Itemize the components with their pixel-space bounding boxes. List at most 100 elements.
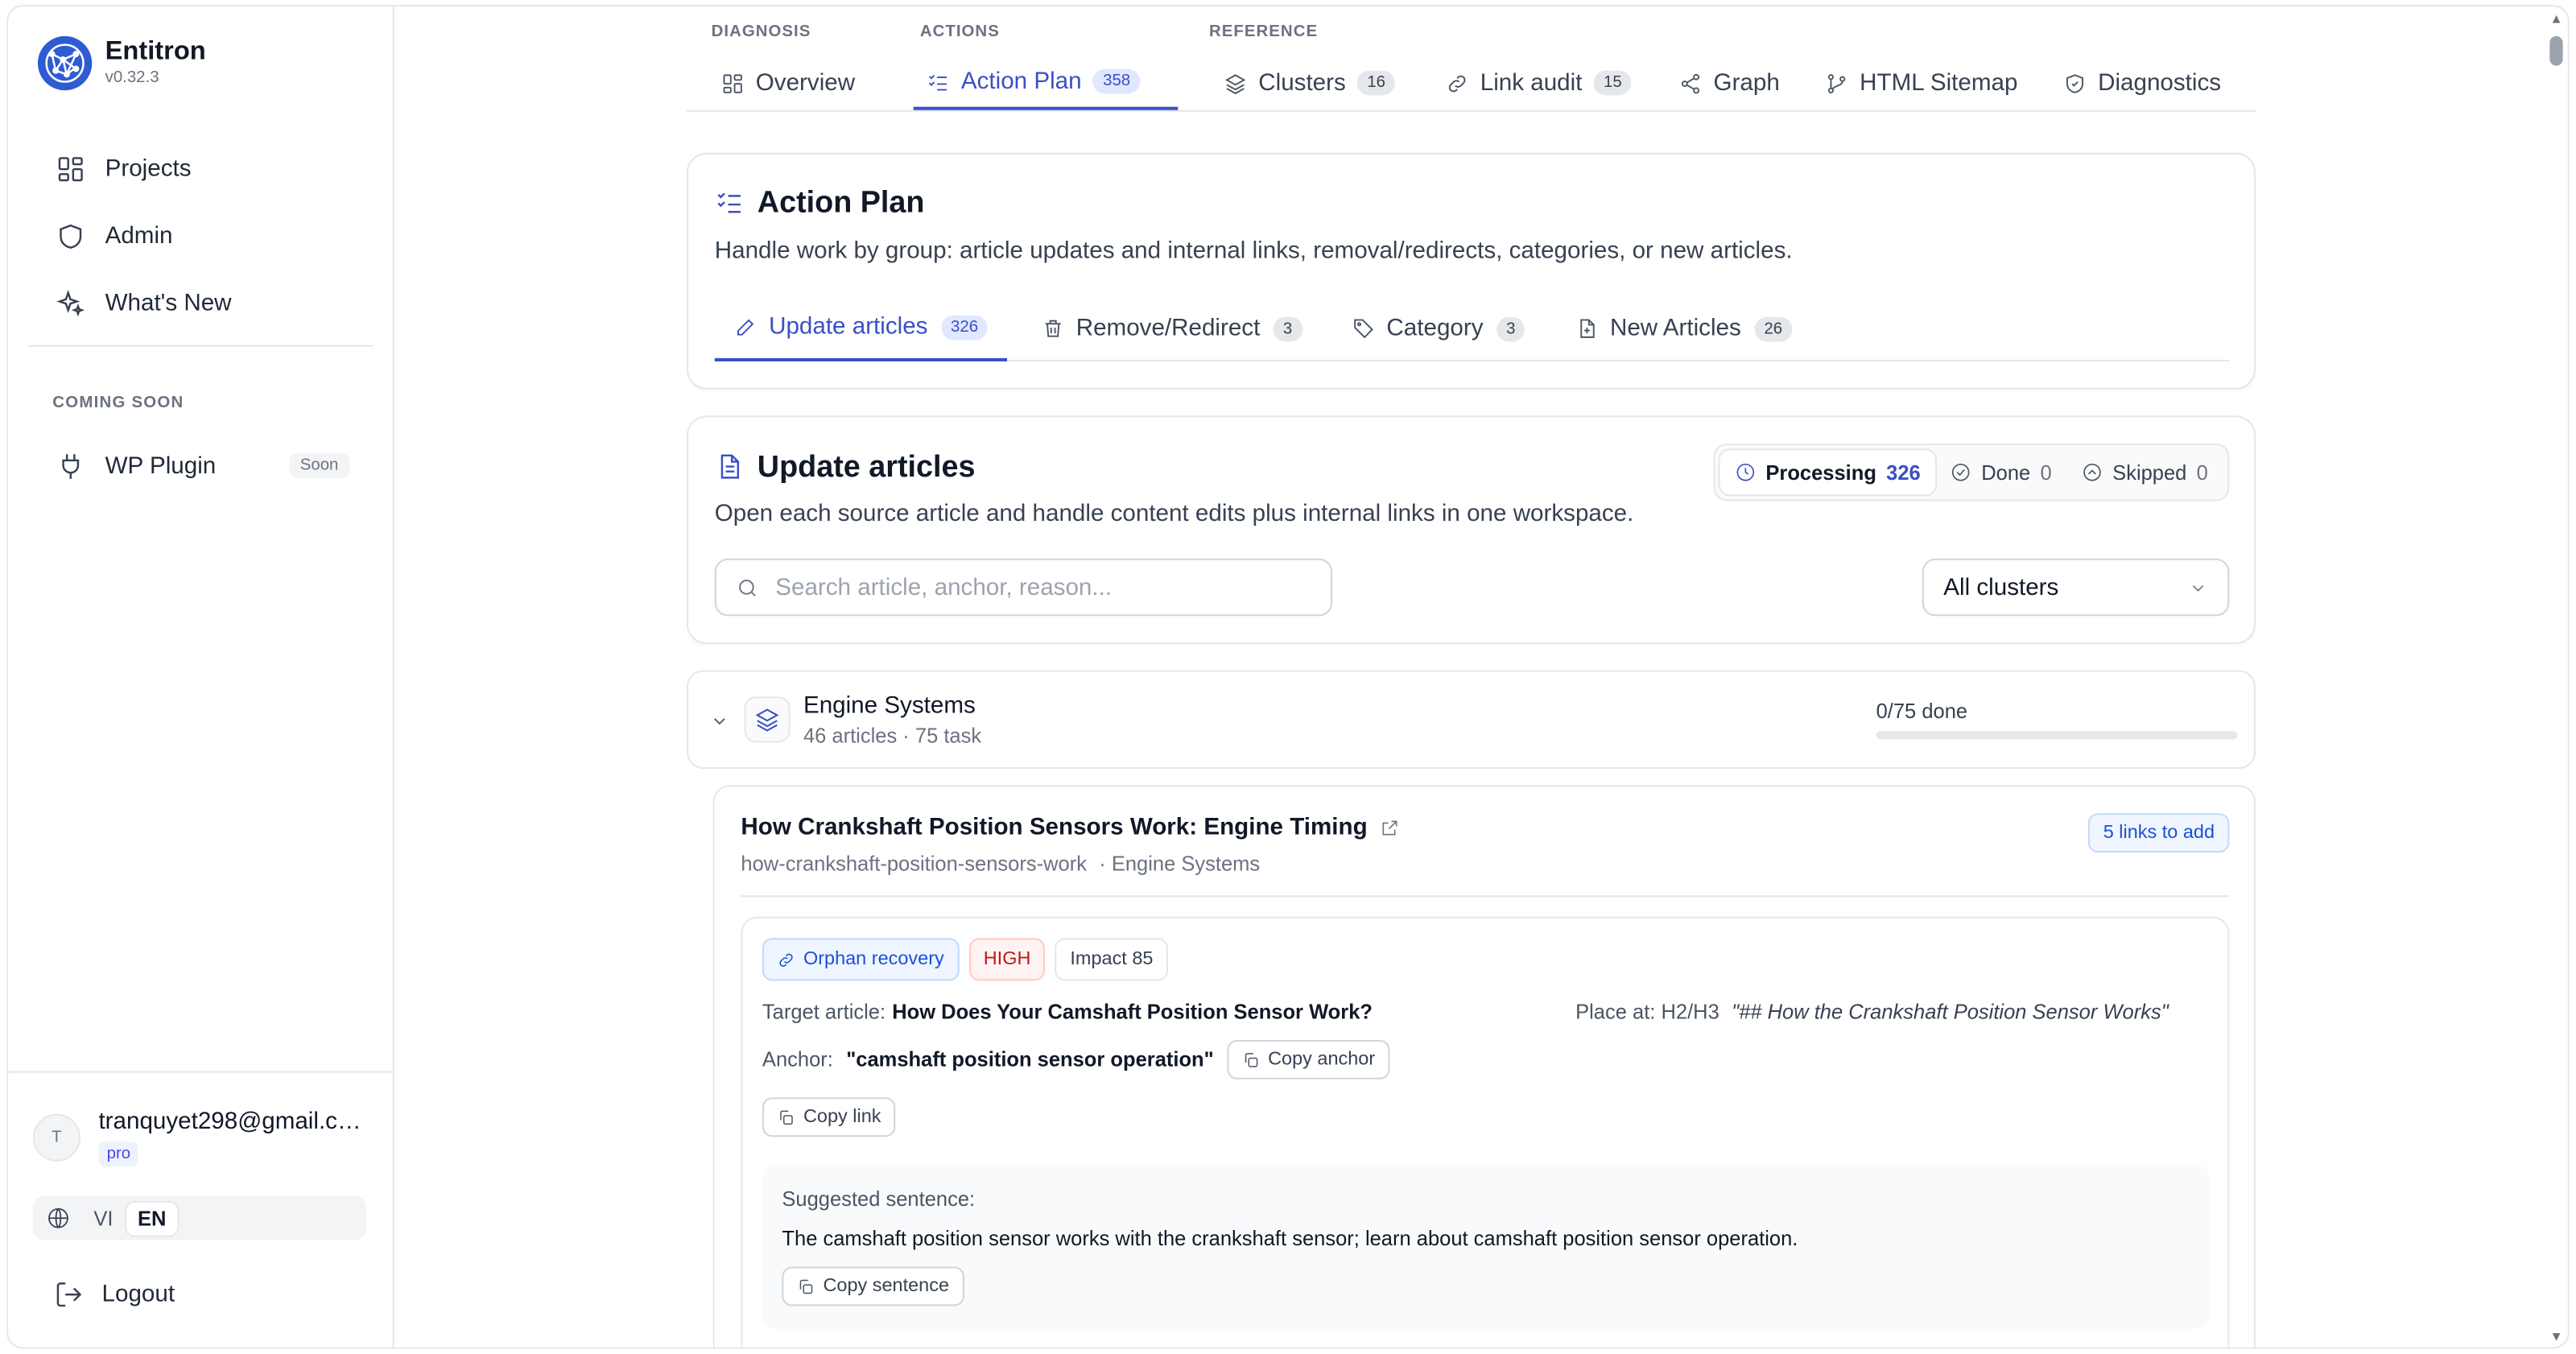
list-check-icon [928, 74, 947, 90]
tab-graph[interactable]: Graph [1666, 56, 1793, 109]
task-badges: Orphan recovery HIGH Impact 85 [762, 938, 1178, 981]
group-label-reference: REFERENCE [1209, 23, 1319, 42]
sidebar-item-whats-new[interactable]: What's New [28, 270, 374, 337]
shield-check-icon [2066, 73, 2084, 93]
user-profile[interactable]: T tranquyet298@gmail.com pro [32, 1108, 370, 1166]
target-label: Target article: [762, 1000, 886, 1024]
cluster-icon-box [744, 696, 791, 743]
plug-icon [62, 453, 80, 478]
tab-new-articles[interactable]: New Articles 26 [1556, 295, 1812, 361]
cluster-name: Engine Systems [803, 693, 976, 720]
tab-count: 3 [1273, 316, 1302, 341]
chevron-down-icon[interactable] [710, 712, 729, 731]
article-card: How Crankshaft Position Sensors Work: En… [712, 785, 2256, 1348]
link-task-card: Orphan recovery HIGH Impact 85 Target ar… [741, 916, 2230, 1348]
sidebar-item-label: WP Plugin [105, 452, 217, 479]
section-title: Update articles [757, 448, 976, 483]
anchor-label: Anchor: [762, 1048, 833, 1071]
article-meta: how-crankshaft-position-sensors-work · E… [741, 852, 1260, 876]
status-done[interactable]: Done 0 [1935, 450, 2066, 494]
cluster-header[interactable]: Engine Systems 46 articles · 75 task 0/7… [687, 670, 2256, 770]
target-article-row: Target article: How Does Your Camshaft P… [762, 1001, 1373, 1024]
button-label: Copy link [803, 1107, 881, 1127]
link-icon [779, 952, 793, 966]
sidebar-nav: Projects Admin What's New [28, 134, 374, 336]
tab-update-articles[interactable]: Update articles 326 [714, 295, 1008, 361]
logout-icon [56, 1282, 82, 1307]
cluster-progress-bar [1876, 731, 2238, 740]
tab-html-sitemap[interactable]: HTML Sitemap [1812, 56, 2031, 109]
cluster-meta: 46 articles · 75 task [803, 724, 982, 748]
scroll-up-arrow-icon[interactable]: ▲ [2549, 11, 2562, 26]
place-value: "## How the Crankshaft Position Sensor W… [1732, 1000, 2169, 1024]
status-count: 326 [1886, 460, 1921, 485]
user-email: tranquyet298@gmail.com [98, 1108, 370, 1136]
scroll-down-arrow-icon[interactable]: ▼ [2549, 1329, 2562, 1344]
status-count: 0 [2196, 460, 2208, 485]
tab-count: 26 [1754, 316, 1793, 341]
logout-button[interactable]: Logout [54, 1280, 175, 1310]
status-skipped[interactable]: Skipped 0 [2066, 450, 2223, 494]
app-window: Entitron v0.32.3 Projects Admin What's N… [6, 5, 2570, 1349]
copy-link-button[interactable]: Copy link [762, 1097, 896, 1137]
place-at-row: Place at: H2/H3 "## How the Crankshaft P… [1575, 1001, 2169, 1024]
scrollbar[interactable]: ▲ ▼ [2545, 6, 2568, 1347]
tab-label: Remove/Redirect [1075, 315, 1261, 342]
tab-label: Clusters [1258, 69, 1346, 97]
status-processing[interactable]: Processing 326 [1719, 450, 1936, 495]
brand[interactable]: Entitron v0.32.3 [37, 35, 206, 91]
lang-vi-button[interactable]: VI [93, 1207, 113, 1230]
target-value: How Does Your Camshaft Position Sensor W… [892, 1000, 1373, 1024]
sidebar-item-wp-plugin[interactable]: WP Plugin Soon [28, 432, 374, 500]
article-divider [741, 895, 2230, 898]
external-link-icon[interactable] [1381, 818, 1400, 837]
tab-label: Link audit [1480, 69, 1583, 97]
cluster-select[interactable]: All clusters [1922, 558, 2230, 617]
tab-label: Graph [1713, 69, 1780, 97]
list-check-icon [717, 192, 741, 213]
search-input[interactable] [775, 574, 1302, 601]
badge-label: Orphan recovery [803, 949, 944, 970]
tab-remove-redirect[interactable]: Remove/Redirect 3 [1022, 295, 1322, 361]
status-label: Skipped [2112, 460, 2187, 485]
tag-icon [1354, 319, 1373, 339]
tab-label: Update articles [769, 313, 928, 341]
place-label: Place at: H2/H3 [1575, 1000, 1719, 1024]
sidebar-item-admin[interactable]: Admin [28, 202, 374, 270]
copy-sentence-button[interactable]: Copy sentence [782, 1266, 964, 1307]
logout-label: Logout [101, 1281, 175, 1308]
lang-en-button[interactable]: EN [126, 1201, 178, 1235]
tab-count: 358 [1092, 68, 1141, 94]
copy-anchor-button[interactable]: Copy anchor [1227, 1039, 1390, 1079]
article-slug: how-crankshaft-position-sensors-work [741, 852, 1087, 876]
sidebar-item-label: Admin [105, 222, 173, 250]
action-plan-description: Handle work by group: article updates an… [714, 237, 1793, 265]
action-plan-title-row: Action Plan [715, 184, 924, 221]
avatar: T [32, 1113, 80, 1162]
tab-action-plan[interactable]: Action Plan 358 [913, 56, 1179, 110]
status-filter: Processing 326 Done 0 Skipped 0 [1713, 444, 2230, 502]
tab-overview[interactable]: Overview [708, 56, 869, 109]
entitron-logo-icon [37, 35, 93, 91]
tab-label: Diagnostics [2098, 69, 2222, 97]
anchor-value: "camshaft position sensor operation" [846, 1048, 1214, 1071]
impact-badge: Impact 85 [1055, 938, 1168, 981]
tab-clusters[interactable]: Clusters 16 [1211, 56, 1409, 109]
button-label: Copy anchor [1268, 1050, 1376, 1070]
link-icon [1448, 74, 1466, 92]
suggested-sentence-box: Suggested sentence: The camshaft positio… [762, 1164, 2210, 1330]
update-articles-description: Open each source article and handle cont… [714, 501, 1634, 528]
check-circle-icon [1951, 463, 1970, 481]
skip-circle-icon [2083, 463, 2101, 481]
tab-count: 16 [1357, 70, 1396, 96]
tab-link-audit[interactable]: Link audit 15 [1433, 56, 1645, 109]
group-label-diagnosis: DIAGNOSIS [711, 23, 811, 42]
copy-icon [799, 1278, 813, 1294]
layers-icon [1225, 73, 1246, 94]
scrollbar-thumb[interactable] [2549, 35, 2563, 66]
tab-category[interactable]: Category 3 [1332, 295, 1545, 361]
tab-diagnostics[interactable]: Diagnostics [2050, 56, 2234, 109]
sidebar-item-projects[interactable]: Projects [28, 134, 374, 202]
suggested-label: Suggested sentence: [782, 1187, 976, 1212]
language-switcher: VI EN [32, 1195, 367, 1240]
